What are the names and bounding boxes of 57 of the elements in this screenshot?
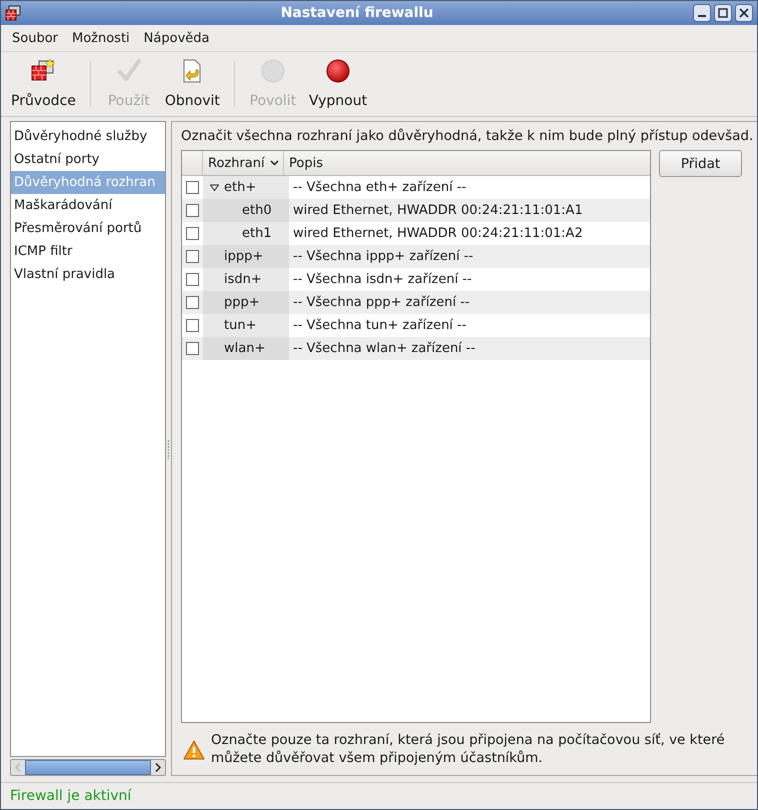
- sidebar-item[interactable]: Vlastní pravidla: [11, 263, 165, 286]
- checkbox[interactable]: [186, 204, 199, 217]
- sidebar-item[interactable]: Přesměrování portů: [11, 217, 165, 240]
- sidebar-item[interactable]: Důvěryhodné služby: [11, 125, 165, 148]
- interface-name: wlan+: [224, 341, 266, 356]
- checkbox[interactable]: [186, 250, 199, 263]
- interface-name: eth1: [242, 226, 272, 241]
- scroll-thumb[interactable]: [25, 760, 151, 775]
- close-icon[interactable]: [735, 4, 753, 22]
- reload-button[interactable]: Obnovit: [158, 56, 226, 112]
- firewall-icon: [5, 5, 21, 21]
- interface-name: tun+: [224, 318, 256, 333]
- circle-icon: [324, 58, 351, 84]
- interface-description: -- Všechna tun+ zařízení --: [292, 318, 466, 333]
- minimize-icon[interactable]: [693, 4, 711, 22]
- interface-name: ippp+: [224, 249, 264, 264]
- column-header[interactable]: Popis: [284, 151, 650, 175]
- circle-icon: [260, 58, 286, 84]
- interface-name: eth0: [242, 203, 272, 218]
- checkbox[interactable]: [186, 227, 199, 240]
- window-title: Nastavení firewallu: [280, 5, 434, 21]
- checkbox[interactable]: [186, 342, 199, 355]
- sort-caret-icon: [270, 160, 279, 166]
- sidebar-item[interactable]: Ostatní porty: [11, 148, 165, 171]
- checkbox[interactable]: [186, 296, 199, 309]
- checkbox[interactable]: [186, 181, 199, 194]
- menu-item[interactable]: Soubor: [5, 30, 65, 46]
- checkbox[interactable]: [186, 319, 199, 332]
- menu-item[interactable]: Nápověda: [136, 30, 216, 46]
- interface-description: wired Ethernet, HWADDR 00:24:21:11:01:A2: [292, 226, 583, 241]
- maximize-icon[interactable]: [714, 4, 732, 22]
- checkmark-icon: [116, 58, 142, 84]
- interface-description: -- Všechna ippp+ zařízení --: [292, 249, 474, 264]
- pane-grip-icon[interactable]: [167, 438, 170, 458]
- add-button[interactable]: Přidat: [659, 150, 742, 177]
- warning-note: Označte pouze ta rozhraní, která jsou připojena na počítačovou síť, ve které můžete důvěřovat všem připojeným účastníkům.: [211, 731, 726, 767]
- disable-button[interactable]: Vypnout: [302, 56, 374, 112]
- menu-item[interactable]: Možnosti: [65, 30, 137, 46]
- panel-heading: Označit všechna rozhraní jako důvěryhodná, takže k nim bude plný přístup odevšad.: [181, 128, 754, 144]
- interface-description: wired Ethernet, HWADDR 00:24:21:11:01:A1: [292, 203, 583, 218]
- warning-icon: [183, 740, 205, 760]
- scroll-right-icon[interactable]: [155, 763, 161, 772]
- interface-description: -- Všechna wlan+ zařízení --: [292, 341, 476, 356]
- interface-description: -- Všechna isdn+ zařízení --: [292, 272, 472, 287]
- interface-name: eth+: [224, 180, 256, 195]
- wizard-button[interactable]: Průvodce: [5, 56, 82, 112]
- column-header[interactable]: Rozhraní: [203, 151, 284, 175]
- interface-description: -- Všechna ppp+ zařízení --: [292, 295, 470, 310]
- checkbox[interactable]: [186, 273, 199, 286]
- status-text: Firewall je aktivní: [10, 788, 132, 804]
- interface-name: isdn+: [224, 272, 262, 287]
- interface-name: ppp+: [224, 295, 260, 310]
- expanded-triangle-icon[interactable]: [210, 183, 219, 192]
- sidebar-item[interactable]: ICMP filtr: [11, 240, 165, 263]
- interface-description: -- Všechna eth+ zařízení --: [292, 180, 466, 195]
- sidebar-item[interactable]: Maškarádování: [11, 194, 165, 217]
- horizontal-scrollbar[interactable]: [10, 759, 166, 776]
